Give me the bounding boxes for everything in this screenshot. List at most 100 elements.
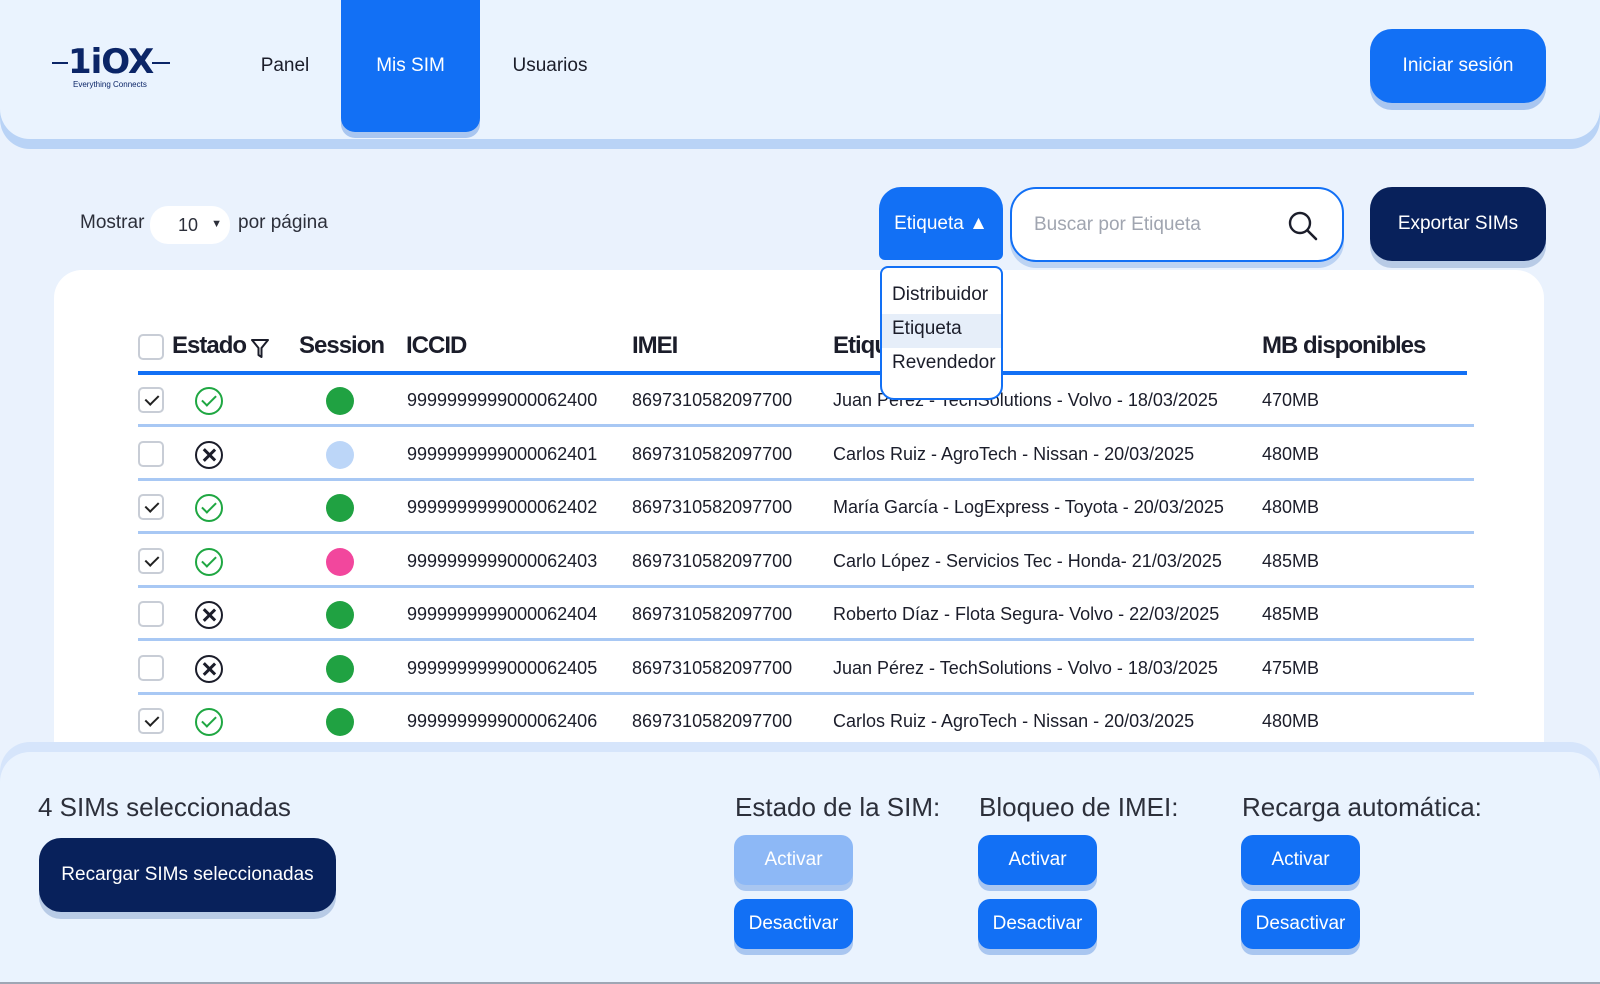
dropdown-option-distribuidor[interactable]: Distribuidor — [882, 280, 1001, 314]
filter-type-label: Etiqueta ▲ — [894, 212, 988, 234]
imei-cell: 8697310582097700 — [632, 604, 793, 624]
logo-text: 1iOX — [68, 42, 154, 82]
row-checkbox[interactable] — [138, 601, 164, 627]
imei-lock-activate-button[interactable]: Activar — [978, 835, 1097, 885]
mb-cell: 480MB — [1262, 443, 1320, 464]
dropdown-option-etiqueta[interactable]: Etiqueta — [882, 314, 1001, 348]
nav-tab-mis-sim[interactable]: Mis SIM — [341, 0, 480, 132]
tag-cell: Roberto Díaz - Flota Segura- Volvo - 22/… — [833, 604, 1220, 624]
per-page-label: por página — [238, 212, 328, 233]
imei-lock-deactivate-button[interactable]: Desactivar — [978, 899, 1097, 949]
iccid-cell: 9999999999000062403 — [407, 550, 598, 571]
mb-cell: 470MB — [1262, 390, 1320, 410]
tag-cell: Carlos Ruiz - AgroTech - Nissan - 20/03/… — [833, 443, 1195, 464]
selected-count: 4 SIMs seleccionadas — [38, 792, 291, 822]
header-imei: IMEI — [632, 332, 678, 359]
header-estado: Estado — [172, 332, 247, 359]
sim-status-activate-button[interactable]: Activar — [734, 835, 853, 885]
row-checkbox[interactable] — [138, 494, 164, 520]
per-page-select[interactable]: 10 ▼ — [150, 206, 230, 244]
table-row[interactable]: 9999999999000062400 8697310582097700 Juan … — [0, 374, 1600, 427]
sim-status-deactivate-button[interactable]: Desactivar — [734, 899, 853, 949]
imei-cell: 8697310582097700 — [632, 390, 793, 410]
row-checkbox[interactable] — [138, 387, 164, 413]
tag-cell: Juan Pérez - TechSolutions - Volvo - 18/… — [833, 657, 1218, 678]
table-row[interactable]: 9999999999000062405 8697310582097700 Juan … — [0, 642, 1600, 695]
tag-cell: Carlos Ruiz - AgroTech - Nissan - 20/03/… — [833, 711, 1195, 731]
iccid-cell: 9999999999000062405 — [407, 657, 598, 678]
show-label: Mostrar — [80, 212, 145, 233]
auto-recharge-deactivate-button[interactable]: Desactivar — [1241, 899, 1360, 949]
session-indicator — [326, 654, 354, 683]
active-check-icon — [195, 547, 223, 576]
per-page-value: 10 — [178, 214, 199, 235]
search-box — [1010, 187, 1344, 262]
active-check-icon — [195, 494, 223, 522]
active-check-icon — [195, 708, 223, 736]
row-divider — [138, 745, 1474, 748]
tag-cell: María García - LogExpress - Toyota - 20/… — [833, 497, 1224, 517]
inactive-x-icon — [195, 601, 223, 629]
inactive-x-icon — [195, 440, 223, 469]
tag-cell: Carlo López - Servicios Tec - Honda- 21/… — [833, 550, 1222, 571]
inactive-x-icon — [195, 654, 223, 683]
logo-line-right — [152, 62, 170, 64]
table-header: Estado Session ICCID IMEI Etiqueta MB di… — [0, 332, 1600, 372]
session-indicator — [326, 494, 354, 522]
filter-type-button[interactable]: Etiqueta ▲ — [879, 187, 1003, 260]
imei-lock-title: Bloqueo de IMEI: — [979, 792, 1179, 822]
iccid-cell: 9999999999000062400 — [407, 390, 598, 410]
row-checkbox[interactable] — [138, 440, 164, 467]
session-indicator — [326, 601, 354, 629]
caret-down-icon: ▼ — [211, 218, 222, 230]
login-button[interactable]: Iniciar sesión — [1370, 29, 1546, 103]
row-checkbox[interactable] — [138, 547, 164, 574]
table-row[interactable]: 9999999999000062402 8697310582097700 María… — [0, 481, 1600, 534]
session-indicator — [326, 547, 354, 576]
imei-cell: 8697310582097700 — [632, 497, 793, 517]
mb-cell: 485MB — [1262, 604, 1320, 624]
auto-recharge-activate-button[interactable]: Activar — [1241, 835, 1360, 885]
dropdown-option-revendedor[interactable]: Revendedor — [882, 348, 1001, 382]
filter-icon[interactable] — [250, 338, 270, 360]
header-session: Session — [299, 332, 385, 359]
table-row[interactable]: 9999999999000062401 8697310582097700 Carlo… — [0, 428, 1600, 481]
auto-recharge-title: Recarga automática: — [1242, 792, 1482, 822]
session-indicator — [326, 440, 354, 469]
header-mb-disponibles: MB disponibles — [1262, 332, 1426, 359]
logo-line-left — [52, 62, 68, 64]
imei-cell: 8697310582097700 — [632, 657, 793, 678]
nav-tab-usuarios[interactable]: Usuarios — [500, 46, 600, 86]
logo-tagline: Everything Connects — [73, 80, 147, 89]
active-check-icon — [195, 387, 223, 415]
mb-cell: 480MB — [1262, 711, 1320, 731]
row-checkbox[interactable] — [138, 708, 164, 734]
select-all-checkbox[interactable] — [138, 334, 164, 360]
imei-cell: 8697310582097700 — [632, 443, 793, 464]
export-sims-button[interactable]: Exportar SIMs — [1370, 187, 1546, 261]
session-indicator — [326, 708, 354, 736]
mb-cell: 480MB — [1262, 497, 1320, 517]
session-indicator — [326, 387, 354, 415]
imei-cell: 8697310582097700 — [632, 550, 793, 571]
iccid-cell: 9999999999000062401 — [407, 443, 598, 464]
sim-status-title: Estado de la SIM: — [735, 792, 941, 822]
brand-logo[interactable]: 1iOX Everything Connects — [52, 42, 178, 92]
mb-cell: 485MB — [1262, 550, 1320, 571]
nav-tab-panel[interactable]: Panel — [240, 46, 330, 86]
page: 1iOX Everything Connects Panel Mis SIM U… — [0, 0, 1600, 984]
table-row[interactable]: 9999999999000062403 8697310582097700 Carlo… — [0, 535, 1600, 588]
imei-cell: 8697310582097700 — [632, 711, 793, 731]
iccid-cell: 9999999999000062404 — [407, 604, 598, 624]
iccid-cell: 9999999999000062406 — [407, 711, 598, 731]
iccid-cell: 9999999999000062402 — [407, 497, 598, 517]
search-input[interactable] — [1034, 209, 1284, 241]
mb-cell: 475MB — [1262, 657, 1320, 678]
table-row[interactable]: 9999999999000062406 8697310582097700 Carlo… — [0, 695, 1600, 748]
row-checkbox[interactable] — [138, 654, 164, 681]
table-row[interactable]: 9999999999000062404 8697310582097700 Rober… — [0, 588, 1600, 641]
filter-type-dropdown: Distribuidor Etiqueta Revendedor — [880, 266, 1003, 400]
search-icon[interactable] — [1286, 209, 1320, 243]
recharge-selected-button[interactable]: Recargar SIMs seleccionadas — [39, 838, 336, 912]
header-iccid: ICCID — [406, 332, 467, 359]
